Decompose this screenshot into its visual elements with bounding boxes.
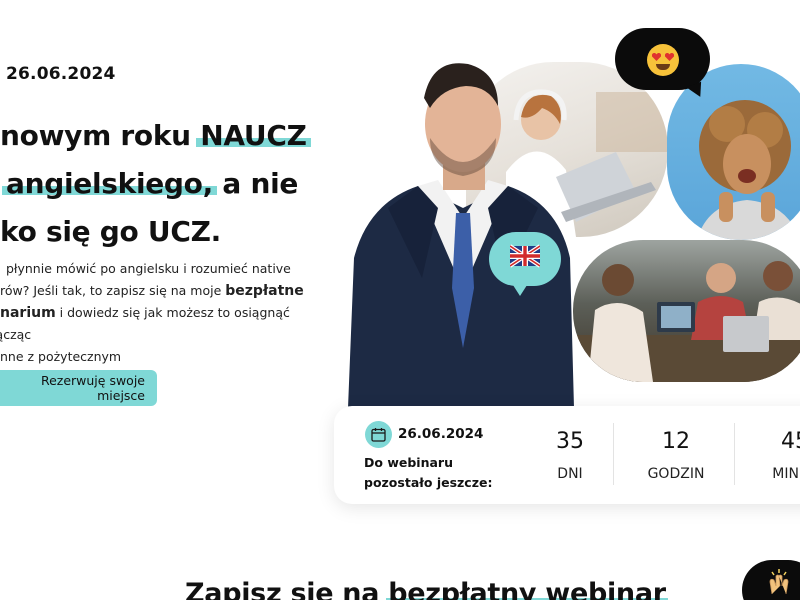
headline-line-1: nowym roku NAUCZ	[0, 112, 307, 160]
headline-line-2: angielskiego, a nie	[0, 160, 307, 208]
uk-flag-icon	[510, 244, 540, 268]
headline-line-3: ko się go UCZ.	[0, 208, 307, 256]
bubble-tail	[511, 282, 529, 296]
heading-text: Zapisz się na	[185, 578, 389, 600]
divider	[734, 423, 735, 485]
description-bold: narium	[0, 305, 56, 321]
heading-highlight: bezpłatny webinar	[388, 578, 666, 600]
countdown-unit: DNI	[557, 466, 583, 482]
hero-description: płynnie mówić po angielsku i rozumieć na…	[0, 258, 322, 368]
clapping-hands-icon	[769, 569, 789, 594]
group-illustration	[573, 261, 800, 382]
countdown-value: 45	[781, 429, 800, 454]
emoji-mouth	[656, 64, 670, 70]
section-heading: Zapisz się na bezpłatny webinar	[185, 578, 666, 600]
description-text: nne z pożytecznym	[0, 349, 122, 364]
description-text: rów? Jeśli tak, to zapisz się na moje	[0, 283, 226, 298]
photo-group-learning	[573, 240, 800, 382]
hero-headline: nowym roku NAUCZ angielskiego, a nie ko …	[0, 112, 307, 256]
calendar-icon	[365, 421, 392, 448]
calendar-glyph	[371, 428, 386, 442]
headline-text: a nie	[212, 167, 299, 200]
countdown-unit: GODZIN	[647, 466, 705, 482]
countdown-value: 12	[662, 429, 690, 454]
divider	[613, 423, 614, 485]
hero-date: 26.06.2024	[6, 64, 116, 84]
headline-highlight: angielskiego,	[6, 167, 213, 200]
countdown-minutes: 45 MINUT	[755, 428, 800, 482]
description-bold: bezpłatne	[225, 283, 304, 299]
reserve-seat-button[interactable]: Rezerwuję swoje miejsce	[0, 370, 157, 406]
countdown-label: Do webinaru pozostało jeszcze:	[364, 455, 493, 490]
countdown-value: 35	[556, 429, 584, 454]
headline-text: ko się go UCZ.	[0, 215, 221, 248]
headline-text: nowym roku	[0, 119, 201, 152]
heart-eyes-emoji-icon	[647, 44, 679, 76]
heart-eye-right	[665, 53, 674, 61]
webinar-date: 26.06.2024	[398, 426, 484, 442]
countdown-unit: MINUT	[772, 466, 800, 482]
heart-eye-left	[652, 53, 661, 61]
headline-highlight: NAUCZ	[200, 119, 307, 152]
countdown-days: 35 DNI	[540, 428, 600, 482]
countdown-hours: 12 GODZIN	[636, 428, 716, 482]
description-text: płynnie mówić po angielsku i rozumieć na…	[6, 261, 291, 276]
